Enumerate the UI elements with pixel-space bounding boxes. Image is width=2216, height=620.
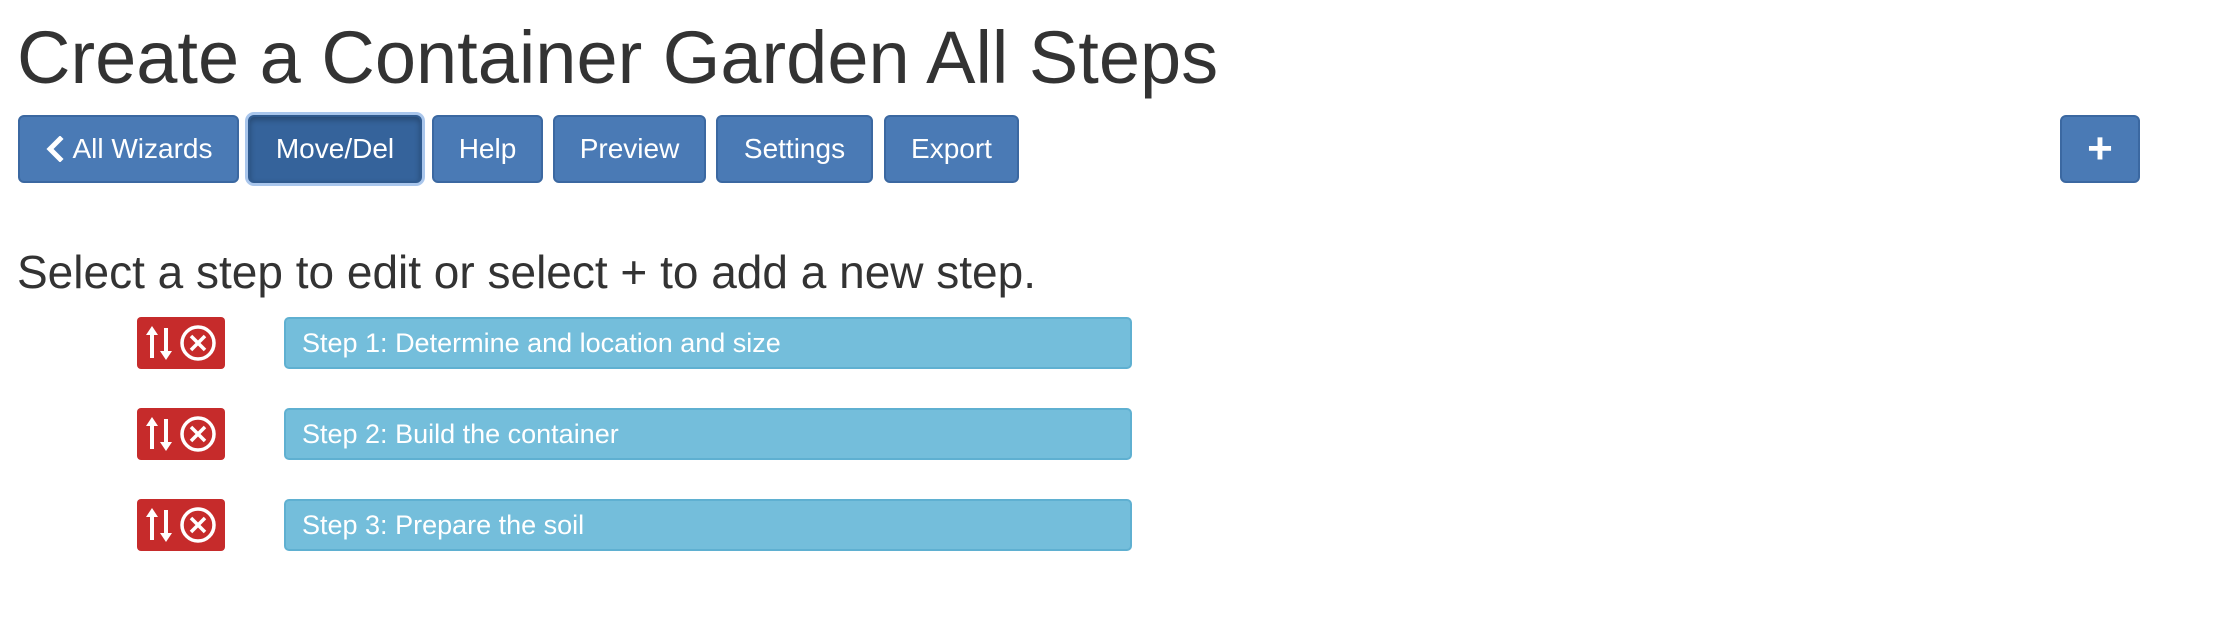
move-del-label: Move/Del: [275, 133, 395, 164]
step-button-1[interactable]: Step 1: Determine and location and size: [284, 317, 1132, 369]
step-button-3[interactable]: Step 3: Prepare the soil: [284, 499, 1132, 551]
settings-label: Settings: [743, 133, 846, 164]
move-del-button[interactable]: Move/Del: [248, 115, 422, 183]
sort-arrows-icon[interactable]: [144, 415, 174, 453]
sort-arrows-icon[interactable]: [144, 506, 174, 544]
circle-x-icon[interactable]: [178, 505, 218, 545]
circle-x-icon[interactable]: [178, 323, 218, 363]
chevron-left-icon: [46, 136, 65, 162]
preview-button[interactable]: Preview: [553, 115, 706, 183]
preview-label: Preview: [579, 133, 680, 164]
instruction-text: Select a step to edit or select + to add…: [17, 246, 1037, 298]
add-step-button[interactable]: +: [2060, 115, 2140, 183]
move-delete-controls[interactable]: [137, 317, 225, 369]
export-button[interactable]: Export: [884, 115, 1019, 183]
move-delete-controls[interactable]: [137, 499, 225, 551]
move-delete-controls[interactable]: [137, 408, 225, 460]
help-label: Help: [458, 133, 517, 164]
all-wizards-label: All Wizards: [72, 133, 213, 164]
step-button-2[interactable]: Step 2: Build the container: [284, 408, 1132, 460]
plus-icon: +: [2087, 124, 2113, 173]
settings-button[interactable]: Settings: [716, 115, 873, 183]
page-title: Create a Container Garden All Steps: [17, 16, 1219, 99]
sort-arrows-icon[interactable]: [144, 324, 174, 362]
step-row: Step 2: Build the container: [0, 408, 1200, 460]
help-button[interactable]: Help: [432, 115, 543, 183]
step-row: Step 1: Determine and location and size: [0, 317, 1200, 369]
step-row: Step 3: Prepare the soil: [0, 499, 1200, 551]
all-wizards-button[interactable]: All Wizards: [18, 115, 239, 183]
circle-x-icon[interactable]: [178, 414, 218, 454]
export-label: Export: [911, 133, 992, 164]
